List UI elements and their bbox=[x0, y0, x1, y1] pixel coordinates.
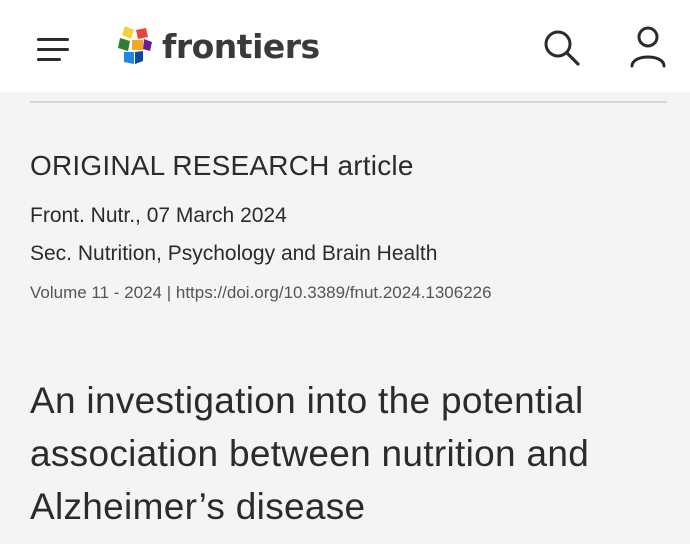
journal-date: Front. Nutr., 07 March 2024 bbox=[30, 204, 287, 227]
search-button[interactable] bbox=[540, 26, 582, 68]
frontiers-logo[interactable]: frontiers bbox=[116, 22, 320, 70]
user-icon bbox=[630, 26, 666, 68]
frontiers-logo-icon bbox=[118, 26, 152, 64]
menu-button[interactable] bbox=[30, 28, 74, 66]
hamburger-menu-icon bbox=[37, 38, 69, 41]
hamburger-menu-icon-line bbox=[37, 58, 61, 61]
article-type-label: ORIGINAL RESEARCH article bbox=[30, 150, 414, 181]
volume-label: Volume 11 - 2024 bbox=[30, 283, 162, 302]
volume-doi-separator: | bbox=[162, 283, 176, 302]
site-header: frontiers bbox=[0, 0, 690, 92]
account-button[interactable] bbox=[627, 24, 669, 70]
header-divider bbox=[30, 101, 667, 103]
article-title: An investigation into the potential asso… bbox=[30, 380, 590, 527]
volume-doi-line: Volume 11 - 2024 | https://doi.org/10.33… bbox=[30, 283, 492, 303]
doi-link[interactable]: https://doi.org/10.3389/fnut.2024.130622… bbox=[176, 283, 492, 302]
journal-section: Sec. Nutrition, Psychology and Brain Hea… bbox=[30, 242, 438, 265]
hamburger-menu-icon-line bbox=[37, 48, 69, 51]
search-icon bbox=[544, 30, 580, 66]
frontiers-wordmark: frontiers bbox=[162, 26, 320, 66]
